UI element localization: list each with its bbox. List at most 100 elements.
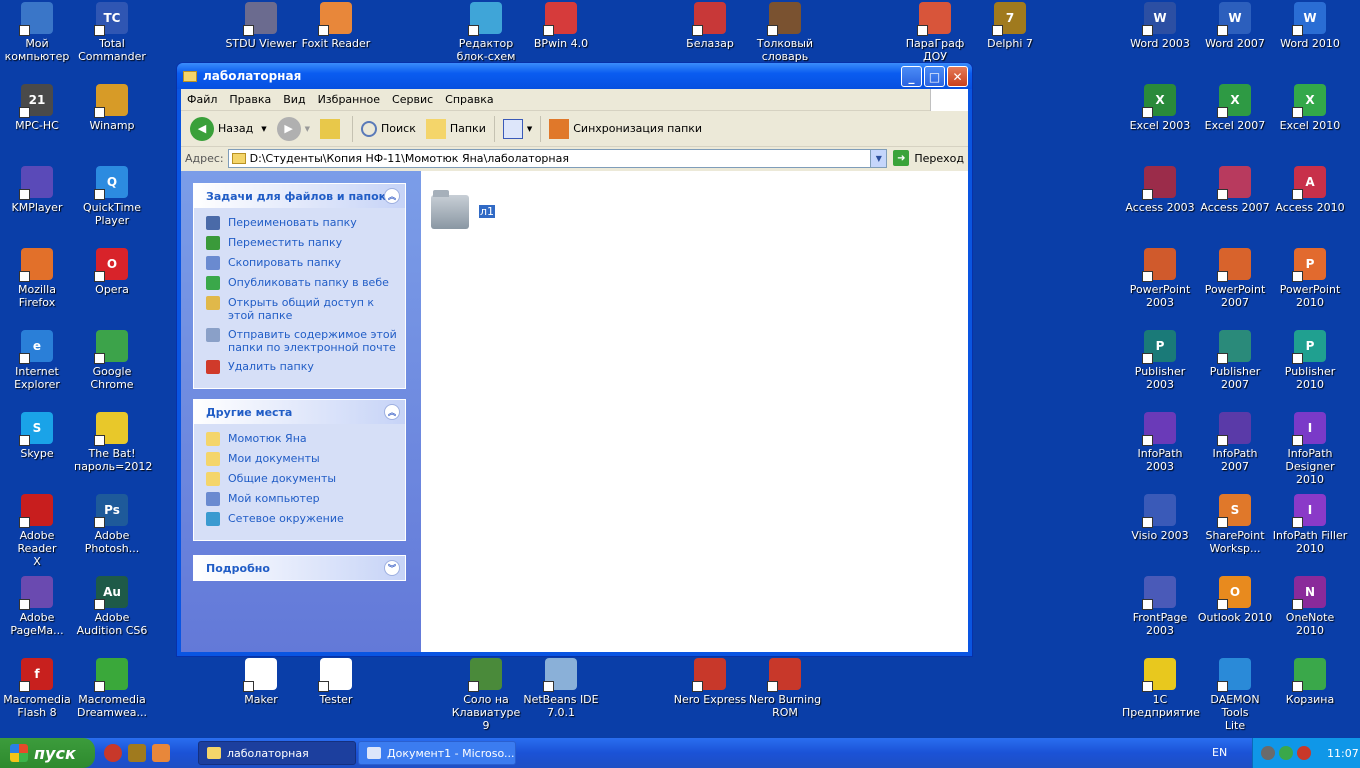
desktop-icon[interactable]: Толковый словарь (747, 2, 823, 63)
desktop-icon[interactable]: PowerPoint 2003 (1122, 248, 1198, 309)
desktop-icon[interactable]: DAEMON Tools Lite (1197, 658, 1273, 732)
expand-icon[interactable]: ︾ (384, 560, 400, 576)
desktop-icon[interactable]: Соло на Клавиатуре 9 (448, 658, 524, 732)
desktop-icon[interactable]: NetBeans IDE 7.0.1 (523, 658, 599, 719)
details-header[interactable]: Подробно ︾ (194, 556, 405, 580)
quick-launch-icon[interactable] (104, 744, 122, 762)
desktop-icon[interactable]: Nero Burning ROM (747, 658, 823, 719)
desktop-icon[interactable]: BPwin 4.0 (523, 2, 599, 50)
desktop-icon[interactable]: I InfoPath Designer 2010 (1272, 412, 1348, 486)
desktop-icon[interactable]: P Publisher 2010 (1272, 330, 1348, 391)
taskbar-button-explorer[interactable]: лаболаторная (198, 741, 356, 765)
desktop-icon[interactable]: Редактор блок-схем (448, 2, 524, 63)
desktop-icon[interactable]: Мой компьютер (0, 2, 75, 63)
maximize-button[interactable]: □ (924, 66, 945, 87)
task-link[interactable]: Скопировать папку (206, 256, 399, 270)
desktop-icon[interactable]: 21 MPC-HC (0, 84, 75, 132)
desktop-icon[interactable]: Foxit Reader (298, 2, 374, 50)
menu-item[interactable]: Избранное (312, 93, 386, 106)
quick-launch-icon[interactable] (152, 744, 170, 762)
desktop-icon[interactable]: X Excel 2003 (1122, 84, 1198, 132)
desktop-icon[interactable]: X Excel 2010 (1272, 84, 1348, 132)
desktop-icon[interactable]: Белазар (672, 2, 748, 50)
tray-icon[interactable] (1261, 746, 1275, 760)
back-button[interactable]: ◀ Назад ▼ (185, 114, 272, 144)
desktop-icon[interactable]: N OneNote 2010 (1272, 576, 1348, 637)
folders-button[interactable]: Папки (421, 114, 491, 144)
desktop-icon[interactable]: W Word 2007 (1197, 2, 1273, 50)
desktop-icon[interactable]: I InfoPath Filler 2010 (1272, 494, 1348, 555)
task-link[interactable]: Опубликовать папку в вебе (206, 276, 399, 290)
window-title-bar[interactable]: лаболаторная (177, 63, 972, 89)
sync-folder-button[interactable]: Синхронизация папки (544, 114, 707, 144)
desktop-icon[interactable]: f Macromedia Flash 8 (0, 658, 75, 719)
desktop-icon[interactable]: Mozilla Firefox (0, 248, 75, 309)
taskbar-button-word[interactable]: Документ1 - Microso... (358, 741, 516, 765)
collapse-icon[interactable]: ︽ (384, 188, 400, 204)
desktop-icon[interactable]: O Opera (74, 248, 150, 296)
start-button[interactable]: пуск (0, 738, 95, 768)
desktop-icon[interactable]: Au Adobe Audition CS6 (74, 576, 150, 637)
desktop-icon[interactable]: P PowerPoint 2010 (1272, 248, 1348, 309)
menu-item[interactable]: Правка (223, 93, 277, 106)
task-link[interactable]: Отправить содержимое этой папки по элект… (206, 328, 399, 354)
forward-button[interactable]: ▶ ▼ (272, 114, 315, 144)
desktop-icon[interactable]: InfoPath 2007 (1197, 412, 1273, 473)
places-header[interactable]: Другие места ︽ (194, 400, 405, 424)
desktop-icon[interactable]: S Skype (0, 412, 75, 460)
tray-icon[interactable] (1279, 746, 1293, 760)
menu-item[interactable]: Файл (181, 93, 223, 106)
desktop-icon[interactable]: Google Chrome (74, 330, 150, 391)
address-input[interactable]: D:\Студенты\Копия НФ-11\Момотюк Яна\лабо… (227, 148, 888, 168)
desktop-icon[interactable]: Visio 2003 (1122, 494, 1198, 542)
go-button[interactable]: ➜ Переход (887, 150, 968, 166)
desktop-icon[interactable]: Adobe Reader X (0, 494, 75, 568)
desktop-icon[interactable]: STDU Viewer (223, 2, 299, 50)
desktop-icon[interactable]: P Publisher 2003 (1122, 330, 1198, 391)
chevron-down-icon[interactable]: ▼ (870, 149, 887, 167)
task-link[interactable]: Переименовать папку (206, 216, 399, 230)
place-link[interactable]: Общие документы (206, 472, 399, 486)
place-link[interactable]: Момотюк Яна (206, 432, 399, 446)
desktop-icon[interactable]: Access 2007 (1197, 166, 1273, 214)
minimize-button[interactable]: _ (901, 66, 922, 87)
desktop-icon[interactable]: Корзина (1272, 658, 1348, 706)
desktop-icon[interactable]: Q QuickTime Player (74, 166, 150, 227)
tasks-header[interactable]: Задачи для файлов и папок ︽ (194, 184, 405, 208)
task-link[interactable]: Открыть общий доступ к этой папке (206, 296, 399, 322)
menu-item[interactable]: Справка (439, 93, 499, 106)
desktop-icon[interactable]: Adobe PageMa... (0, 576, 75, 637)
desktop-icon[interactable]: 1C Предприятие (1122, 658, 1200, 719)
desktop-icon[interactable]: KMPlayer (0, 166, 75, 214)
menu-item[interactable]: Вид (277, 93, 311, 106)
menu-item[interactable]: Сервис (386, 93, 439, 106)
desktop-icon[interactable]: O Outlook 2010 (1197, 576, 1273, 624)
desktop-icon[interactable]: Ps Adobe Photosh... (74, 494, 150, 555)
up-button[interactable] (315, 114, 349, 144)
desktop-icon[interactable]: W Word 2003 (1122, 2, 1198, 50)
collapse-icon[interactable]: ︽ (384, 404, 400, 420)
desktop-icon[interactable]: S SharePoint Worksp... (1197, 494, 1273, 555)
quick-launch-icon[interactable] (128, 744, 146, 762)
desktop-icon[interactable]: PowerPoint 2007 (1197, 248, 1273, 309)
desktop-icon[interactable]: X Excel 2007 (1197, 84, 1273, 132)
search-button[interactable]: Поиск (356, 114, 421, 144)
desktop-icon[interactable]: Access 2003 (1122, 166, 1198, 214)
desktop-icon[interactable]: 7 Delphi 7 (972, 2, 1048, 50)
desktop-icon[interactable]: ПараГраф ДОУ (897, 2, 973, 63)
desktop-icon[interactable]: TC Total Commander (74, 2, 150, 63)
desktop-icon[interactable]: W Word 2010 (1272, 2, 1348, 50)
desktop-icon[interactable]: Tester (298, 658, 374, 706)
tray-icon[interactable] (1297, 746, 1311, 760)
desktop-icon[interactable]: FrontPage 2003 (1122, 576, 1198, 637)
language-indicator[interactable]: EN (1212, 746, 1227, 759)
desktop-icon[interactable]: e Internet Explorer (0, 330, 75, 391)
desktop-icon[interactable]: A Access 2010 (1272, 166, 1348, 214)
desktop-icon[interactable]: InfoPath 2003 (1122, 412, 1198, 473)
desktop-icon[interactable]: Macromedia Dreamwea... (74, 658, 150, 719)
desktop-icon[interactable]: Winamp (74, 84, 150, 132)
desktop-icon[interactable]: The Bat! пароль=2012 (74, 412, 152, 473)
views-button[interactable]: ▼ (498, 114, 537, 144)
place-link[interactable]: Сетевое окружение (206, 512, 399, 526)
place-link[interactable]: Мой компьютер (206, 492, 399, 506)
